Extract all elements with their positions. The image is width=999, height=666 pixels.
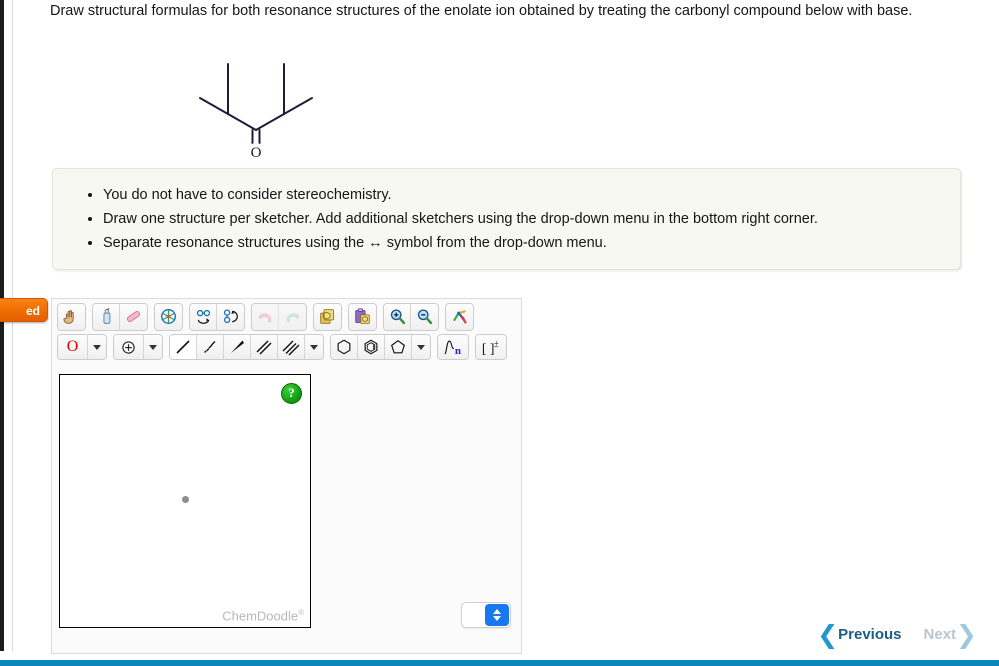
- hand-pan-icon[interactable]: [58, 303, 85, 330]
- template-icon[interactable]: [446, 303, 473, 330]
- toolbar-group-clean: [154, 302, 183, 331]
- carbon-atom-dot[interactable]: [182, 496, 189, 503]
- bracket-charge-group: [ ] ±: [475, 334, 507, 360]
- single-bond-icon[interactable]: [170, 335, 197, 359]
- toolbar-group-pan: [57, 302, 86, 331]
- ring-dropdown-caret[interactable]: [412, 335, 430, 359]
- chevron-down-icon: [149, 344, 157, 350]
- chevron-down-icon: [493, 616, 501, 621]
- cyclopentane-ring-icon[interactable]: [385, 335, 412, 359]
- molecule-svg: O: [199, 63, 313, 161]
- element-button-oxygen[interactable]: O: [58, 335, 88, 359]
- toolbar-group-zoom: [383, 302, 439, 331]
- double-bond-icon[interactable]: [251, 335, 278, 359]
- registered-trademark-icon: ®: [298, 607, 304, 617]
- hash-wedge-bond-icon[interactable]: [197, 335, 224, 359]
- stepper-arrows-icon[interactable]: [485, 604, 509, 626]
- charge-picker-group: [113, 334, 163, 360]
- zoom-out-icon[interactable]: [411, 303, 438, 330]
- chevron-up-icon: [493, 609, 501, 614]
- element-label: O: [66, 338, 79, 355]
- feedback-tab[interactable]: ed: [0, 298, 48, 322]
- bond-tools-group: [169, 334, 324, 360]
- chevron-right-icon: ❯: [956, 620, 977, 649]
- paste-icon[interactable]: [349, 303, 376, 330]
- copy-icon[interactable]: [314, 303, 341, 330]
- instructions-panel: You do not have to consider stereochemis…: [52, 168, 961, 270]
- toolbar-group-flip: [189, 302, 245, 331]
- benzene-ring-icon[interactable]: [331, 335, 358, 359]
- chevron-left-icon: ❮: [817, 620, 839, 649]
- chevron-down-icon: [310, 344, 318, 350]
- repeat-unit-icon[interactable]: n: [438, 335, 468, 359]
- bond-dropdown-caret[interactable]: [305, 335, 323, 359]
- help-icon[interactable]: ?: [281, 383, 302, 404]
- sketcher-add-select[interactable]: [461, 602, 511, 628]
- instruction-item: You do not have to consider stereochemis…: [103, 185, 942, 205]
- left-gutter: [4, 0, 13, 655]
- next-button-label: Next: [923, 626, 957, 643]
- toolbar-group-copy: [313, 302, 342, 331]
- svg-text:n: n: [455, 344, 461, 356]
- toolbar-group-paste: [348, 302, 377, 331]
- instruction-item: Separate resonance structures using the …: [103, 233, 942, 253]
- charge-dropdown-caret[interactable]: [144, 335, 162, 359]
- svg-text:[ ]: [ ]: [482, 341, 495, 356]
- previous-button[interactable]: ❮ Previous: [817, 622, 901, 647]
- triple-bond-icon[interactable]: [278, 335, 305, 359]
- toolbar-group-history: [251, 302, 307, 331]
- bottom-accent-bar: [0, 660, 999, 666]
- chevron-down-icon: [417, 344, 425, 350]
- instructions-list: You do not have to consider stereochemis…: [67, 185, 942, 253]
- chemdoodle-watermark-text: ChemDoodle: [222, 608, 299, 623]
- sketcher-toolbar-row-2: O n [] ±: [52, 332, 521, 362]
- element-picker-group: O: [57, 334, 107, 360]
- chemdoodle-sketcher-panel: O n [] ± ? ChemDoodle®: [51, 298, 522, 654]
- previous-button-label: Previous: [838, 626, 902, 643]
- chevron-down-icon: [93, 344, 101, 350]
- repeat-unit-group: n: [437, 334, 469, 360]
- aromatic-ring-icon[interactable]: [358, 335, 385, 359]
- plus-circle-icon[interactable]: [114, 335, 144, 359]
- lasso-erase-icon[interactable]: [93, 303, 120, 330]
- instruction-item: Draw one structure per sketcher. Add add…: [103, 209, 942, 229]
- eraser-icon[interactable]: [120, 303, 147, 330]
- ring-tools-group: [330, 334, 431, 360]
- flip-horizontal-icon[interactable]: [190, 303, 217, 330]
- bracket-charge-icon[interactable]: [ ] ±: [476, 335, 506, 359]
- flip-vertical-icon[interactable]: [217, 303, 244, 330]
- toolbar-group-templates: [445, 302, 474, 331]
- sketcher-canvas[interactable]: ? ChemDoodle®: [59, 374, 311, 628]
- question-prompt: Draw structural formulas for both resona…: [50, 3, 913, 19]
- undo-icon[interactable]: [252, 303, 279, 330]
- element-dropdown-caret[interactable]: [88, 335, 106, 359]
- chemdoodle-watermark: ChemDoodle®: [222, 608, 304, 623]
- next-button[interactable]: Next ❯: [924, 622, 977, 647]
- svg-text:±: ±: [494, 338, 499, 348]
- navigation-buttons: ❮ Previous Next ❯: [817, 622, 977, 647]
- toolbar-group-erase: [92, 302, 148, 331]
- sketcher-toolbar-row-1: [52, 299, 521, 332]
- clean-structure-icon[interactable]: [155, 303, 182, 330]
- redo-icon[interactable]: [279, 303, 306, 330]
- oxygen-atom-label: O: [251, 145, 262, 158]
- zoom-in-icon[interactable]: [384, 303, 411, 330]
- wedge-bond-icon[interactable]: [224, 335, 251, 359]
- molecule-diagram: O: [180, 48, 350, 161]
